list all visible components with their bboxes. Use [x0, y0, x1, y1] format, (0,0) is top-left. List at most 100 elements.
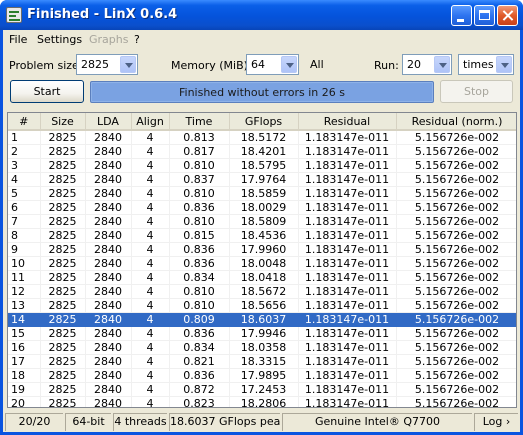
table-cell: 4 [131, 354, 170, 369]
table-cell: 18.0029 [229, 200, 299, 215]
column-header[interactable]: GFlops [229, 113, 299, 131]
chevron-down-icon[interactable] [434, 56, 450, 73]
table-cell: 2840 [85, 396, 132, 407]
title-bar[interactable]: Finished - LinX 0.6.4 [0, 0, 523, 30]
table-row[interactable]: 13 2825 2840 4 0.810 18.5656 1.183147e-011 5.15… [8, 298, 516, 313]
table-cell: 5.156726e-002 [396, 158, 516, 173]
status-cpu: Genuine Intel® Q7700 [282, 413, 472, 431]
table-row[interactable]: 1 2825 2840 4 0.813 18.5172 1.183147e-011 5.156… [8, 130, 516, 145]
table-cell: 5.156726e-002 [396, 144, 516, 159]
column-header[interactable]: Residual [298, 113, 397, 131]
table-row[interactable]: 17 2825 2840 4 0.821 18.3315 1.183147e-011 5.15… [8, 354, 516, 369]
table-row[interactable]: 11 2825 2840 4 0.834 18.0418 1.183147e-011 5.15… [8, 270, 516, 285]
start-button[interactable]: Start [10, 80, 84, 103]
table-cell: 2840 [85, 368, 132, 383]
table-cell: 0.810 [169, 284, 230, 299]
table-cell: 2840 [85, 340, 132, 355]
table-cell: 2825 [40, 326, 86, 341]
table-row[interactable]: 20 2825 2840 4 0.823 18.2806 1.183147e-011 5.15… [8, 396, 516, 407]
table-cell: 1.183147e-011 [298, 326, 397, 341]
app-icon[interactable] [6, 7, 22, 23]
table-cell: 18.5809 [229, 214, 299, 229]
chevron-down-icon[interactable] [281, 56, 297, 73]
table-cell: 4 [131, 186, 170, 201]
table-cell: 0.834 [169, 340, 230, 355]
table-row[interactable]: 15 2825 2840 4 0.836 17.9946 1.183147e-011 5.15… [8, 326, 516, 341]
table-cell: 2825 [40, 130, 86, 145]
table-cell: 5.156726e-002 [396, 214, 516, 229]
table-cell: 1.183147e-011 [298, 284, 397, 299]
table-cell: 5 [8, 186, 41, 201]
table-cell: 11 [8, 270, 41, 285]
log-toggle[interactable]: Log › [474, 413, 518, 431]
menu-settings[interactable]: Settings [37, 33, 82, 46]
table-cell: 2825 [40, 242, 86, 257]
table-row[interactable]: 3 2825 2840 4 0.810 18.5795 1.183147e-011 5.156… [8, 158, 516, 173]
table-row[interactable]: 18 2825 2840 4 0.836 17.9895 1.183147e-011 5.15… [8, 368, 516, 383]
column-header[interactable]: # [8, 113, 41, 131]
table-cell: 0.817 [169, 144, 230, 159]
table-cell: 2825 [40, 312, 86, 327]
table-row[interactable]: 8 2825 2840 4 0.815 18.4536 1.183147e-011 5.156… [8, 228, 516, 243]
table-row[interactable]: 12 2825 2840 4 0.810 18.5672 1.183147e-011 5.15… [8, 284, 516, 299]
minimize-button[interactable] [451, 5, 472, 26]
table-cell: 2825 [40, 396, 86, 407]
table-cell: 0.810 [169, 214, 230, 229]
run-unit-value: times [463, 58, 494, 71]
table-cell: 8 [8, 228, 41, 243]
table-cell: 4 [131, 340, 170, 355]
table-cell: 2840 [85, 214, 132, 229]
chevron-down-icon[interactable] [496, 56, 512, 73]
table-cell: 2825 [40, 270, 86, 285]
table-row[interactable]: 9 2825 2840 4 0.836 17.9960 1.183147e-011 5.156… [8, 242, 516, 257]
table-cell: 17.9764 [229, 172, 299, 187]
problem-size-combo[interactable]: 2825 [76, 54, 138, 75]
table-cell: 2825 [40, 256, 86, 271]
table-cell: 2840 [85, 354, 132, 369]
all-memory-label[interactable]: All [310, 58, 324, 71]
maximize-button[interactable] [474, 5, 495, 26]
column-header[interactable]: Time [169, 113, 230, 131]
menu-file[interactable]: File [9, 33, 27, 46]
table-cell: 5.156726e-002 [396, 172, 516, 187]
column-header[interactable]: Align [131, 113, 170, 131]
memory-label: Memory (MiB): [171, 59, 252, 72]
table-row[interactable]: 5 2825 2840 4 0.810 18.5859 1.183147e-011 5.156… [8, 186, 516, 201]
table-cell: 9 [8, 242, 41, 257]
table-cell: 4 [131, 144, 170, 159]
table-row[interactable]: 16 2825 2840 4 0.834 18.0358 1.183147e-011 5.15… [8, 340, 516, 355]
table-row[interactable]: 19 2825 2840 4 0.872 17.2453 1.183147e-011 5.15… [8, 382, 516, 397]
table-row[interactable]: 14 2825 2840 4 0.809 18.6037 1.183147e-011 5.15… [8, 312, 516, 327]
table-cell: 5.156726e-002 [396, 326, 516, 341]
table-cell: 18.5859 [229, 186, 299, 201]
column-header[interactable]: LDA [85, 113, 132, 131]
maximize-icon [479, 10, 490, 20]
table-row[interactable]: 2 2825 2840 4 0.817 18.4201 1.183147e-011 5.156… [8, 144, 516, 159]
memory-combo[interactable]: 64 [246, 54, 299, 75]
menu-help[interactable]: ? [134, 33, 140, 46]
window-title: Finished - LinX 0.6.4 [27, 7, 178, 22]
table-cell: 5.156726e-002 [396, 242, 516, 257]
column-header[interactable]: Residual (norm.) [396, 113, 516, 131]
table-cell: 2840 [85, 382, 132, 397]
table-cell: 1.183147e-011 [298, 382, 397, 397]
table-cell: 2840 [85, 200, 132, 215]
chevron-down-icon[interactable] [120, 56, 136, 73]
table-cell: 0.815 [169, 228, 230, 243]
table-cell: 4 [131, 382, 170, 397]
close-button[interactable] [497, 5, 518, 26]
table-row[interactable]: 6 2825 2840 4 0.836 18.0029 1.183147e-011 5.156… [8, 200, 516, 215]
table-cell: 5.156726e-002 [396, 354, 516, 369]
table-row[interactable]: 4 2825 2840 4 0.837 17.9764 1.183147e-011 5.156… [8, 172, 516, 187]
table-row[interactable]: 10 2825 2840 4 0.836 18.0048 1.183147e-011 5.15… [8, 256, 516, 271]
table-cell: 5.156726e-002 [396, 186, 516, 201]
results-table[interactable]: # Size LDA Align Time GFlops Residual Residual … [7, 112, 517, 408]
table-cell: 1.183147e-011 [298, 312, 397, 327]
column-header[interactable]: Size [40, 113, 86, 131]
table-cell: 18.5656 [229, 298, 299, 313]
table-cell: 4 [131, 256, 170, 271]
table-cell: 5.156726e-002 [396, 270, 516, 285]
run-unit-combo[interactable]: times [458, 54, 514, 75]
table-row[interactable]: 7 2825 2840 4 0.810 18.5809 1.183147e-011 5.156… [8, 214, 516, 229]
run-count-combo[interactable]: 20 [402, 54, 452, 75]
